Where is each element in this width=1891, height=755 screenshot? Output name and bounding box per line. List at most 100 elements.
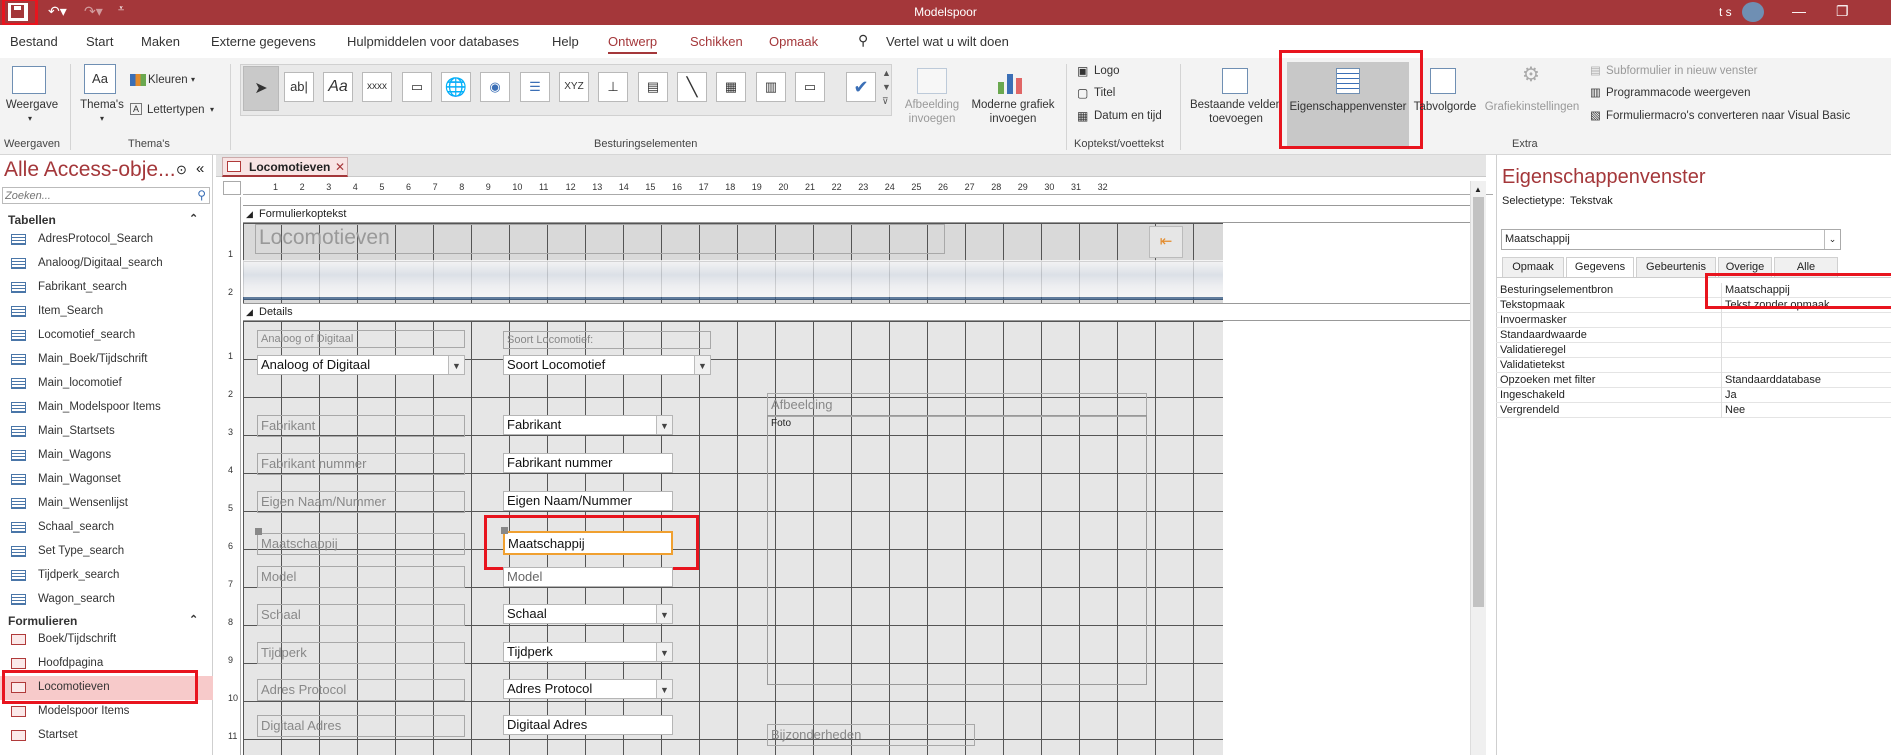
nav-table-item[interactable]: Fabrikant_search — [0, 276, 213, 300]
toggle-tool-icon[interactable]: ▦ — [716, 72, 746, 102]
subformulier-button[interactable]: Subformulier in nieuw venster — [1606, 64, 1758, 78]
label-afbeelding[interactable]: Afbeelding — [767, 393, 1147, 417]
label-digitaal-adres[interactable]: Digitaal Adres — [257, 715, 465, 737]
avatar[interactable] — [1742, 2, 1764, 22]
exit-icon[interactable]: ⇤ — [1149, 226, 1183, 258]
menu-help[interactable]: Help — [552, 34, 579, 49]
label-model[interactable]: Model — [257, 566, 465, 588]
dropdown-icon[interactable]: ⌄ — [1824, 230, 1840, 249]
nav-form-item[interactable]: Startset — [0, 724, 213, 748]
menu-schikken[interactable]: Schikken — [690, 34, 743, 49]
menu-opmaak[interactable]: Opmaak — [769, 34, 818, 49]
object-selector[interactable]: Maatschappij ⌄ — [1501, 229, 1841, 250]
restore-icon[interactable]: ❐ — [1836, 3, 1849, 20]
minimize-icon[interactable]: — — [1792, 3, 1806, 19]
property-row[interactable]: Validatieregel — [1496, 343, 1891, 358]
field-eigen-naam[interactable]: Eigen Naam/Nummer — [503, 491, 673, 511]
combo-soort[interactable]: Soort Locomotief ▼ — [503, 355, 711, 375]
themas-button[interactable]: Thema's — [76, 98, 128, 112]
props-tab[interactable]: Opmaak — [1502, 257, 1564, 277]
combo-analoog[interactable]: Analoog of Digitaal ▼ — [257, 355, 465, 375]
nav-table-item[interactable]: Analoog/Digitaal_search — [0, 252, 213, 276]
nav-menu-icon[interactable]: ⊙ — [176, 162, 187, 178]
page-break-tool-icon[interactable]: ⊥ — [598, 72, 628, 102]
props-tab[interactable]: Gegevens — [1566, 257, 1634, 278]
label-tool-icon[interactable]: Aa — [323, 72, 353, 102]
lettertypen-button[interactable]: Lettertypen — [147, 103, 205, 117]
form-title-label[interactable]: Locomotieven — [255, 224, 945, 254]
search-icon[interactable]: ⚲ — [197, 188, 206, 202]
option-group-tool-icon[interactable]: XYZ — [559, 72, 589, 102]
select-pointer-icon[interactable]: ➤ — [243, 66, 279, 111]
button-tool-icon[interactable]: xxxx — [362, 72, 392, 102]
kleuren-button[interactable]: Kleuren — [148, 73, 188, 87]
nav-table-item[interactable]: Main_Wensenlijst — [0, 492, 213, 516]
nav-table-item[interactable]: Main_Boek/Tijdschrift — [0, 348, 213, 372]
tell-me-input[interactable]: Vertel wat u wilt doen — [886, 34, 1009, 49]
view-icon[interactable] — [12, 66, 46, 94]
label-adres-protocol[interactable]: Adres Protocol — [257, 679, 465, 701]
property-value[interactable] — [1721, 313, 1891, 328]
nav-table-item[interactable]: Main_Startsets — [0, 420, 213, 444]
nav-table-item[interactable]: Main_Wagonset — [0, 468, 213, 492]
property-row[interactable]: Invoermasker — [1496, 313, 1891, 328]
combo-schaal[interactable]: Schaal ▼ — [503, 604, 673, 624]
datum-tijd-button[interactable]: Datum en tijd — [1094, 109, 1162, 123]
label-analoog[interactable]: Analoog of Digitaal — [257, 330, 465, 348]
field-model[interactable]: Model — [503, 567, 673, 587]
tabvolgorde-button[interactable]: Tabvolgorde — [1412, 100, 1478, 114]
themes-icon[interactable]: Aa — [84, 64, 116, 94]
weergave-dropdown-icon[interactable]: ▾ — [28, 112, 32, 126]
nav-table-item[interactable]: Main_locomotief — [0, 372, 213, 396]
hyperlink-tool-icon[interactable]: 🌐 — [441, 72, 471, 102]
move-handle[interactable] — [255, 528, 262, 535]
property-row[interactable]: Opzoeken met filter Standaarddatabase — [1496, 373, 1891, 388]
label-bijzonderheden[interactable]: Bijzonderheden — [767, 724, 975, 746]
nav-table-item[interactable]: Set Type_search — [0, 540, 213, 564]
moderne-grafiek-button[interactable]: Moderne grafiek invoegen — [965, 98, 1061, 126]
tab-locomotieven[interactable]: Locomotieven ✕ — [222, 157, 348, 177]
nav-search-box[interactable]: ⚲ — [2, 187, 210, 204]
converteren-button[interactable]: Formuliermacro's converteren naar Visual… — [1606, 109, 1850, 123]
menu-maken[interactable]: Maken — [141, 34, 180, 49]
nav-table-item[interactable]: Main_Wagons — [0, 444, 213, 468]
label-soort[interactable]: Soort Locomotief: — [503, 331, 711, 349]
lettertypen-dropdown-icon[interactable]: ▾ — [210, 103, 214, 117]
nav-search-input[interactable] — [3, 190, 183, 202]
grafiekinstellingen-button[interactable]: Grafiekinstellingen — [1480, 100, 1584, 114]
tab-control-tool-icon[interactable]: ▭ — [402, 72, 432, 102]
property-row[interactable]: Vergrendeld Nee — [1496, 403, 1891, 418]
rectangle-tool-icon[interactable]: ▭ — [795, 72, 825, 102]
listbox-tool-icon[interactable]: ▥ — [756, 72, 786, 102]
menu-start[interactable]: Start — [86, 34, 113, 49]
menu-bestand[interactable]: Bestand — [10, 34, 58, 49]
collapse-pane-icon[interactable]: « — [196, 160, 204, 177]
label-fabrikant-nummer[interactable]: Fabrikant nummer — [257, 453, 465, 475]
kleuren-dropdown-icon[interactable]: ▾ — [191, 73, 195, 87]
form-selector[interactable] — [223, 181, 241, 195]
section-header-bar[interactable]: ◢ Formulierkoptekst — [243, 205, 1470, 223]
close-tab-icon[interactable]: ✕ — [335, 158, 345, 176]
label-maatschappij[interactable]: Maatschappij — [257, 533, 465, 555]
web-browser-tool-icon[interactable]: ◉ — [480, 72, 510, 102]
nav-table-item[interactable]: AdresProtocol_Search — [0, 228, 213, 252]
menu-externe-gegevens[interactable]: Externe gegevens — [211, 34, 316, 49]
field-fabrikant-nummer[interactable]: Fabrikant nummer — [503, 453, 673, 473]
property-value[interactable] — [1721, 343, 1891, 358]
nav-table-item[interactable]: Locomotief_search — [0, 324, 213, 348]
vertical-scrollbar[interactable]: ▲ — [1470, 181, 1486, 755]
property-row[interactable]: Standaardwaarde — [1496, 328, 1891, 343]
nav-table-item[interactable]: Schaal_search — [0, 516, 213, 540]
themas-dropdown-icon[interactable]: ▾ — [100, 112, 104, 126]
property-value[interactable] — [1721, 328, 1891, 343]
programmacode-button[interactable]: Programmacode weergeven — [1606, 86, 1750, 100]
property-value[interactable]: Ja — [1721, 388, 1891, 403]
nav-title[interactable]: Alle Access-obje... — [4, 158, 176, 182]
props-tab[interactable]: Gebeurtenis — [1636, 257, 1716, 277]
property-value[interactable]: Standaarddatabase — [1721, 373, 1891, 388]
nav-table-item[interactable]: Main_Modelspoor Items — [0, 396, 213, 420]
collapse-icon[interactable]: ⌃ — [189, 613, 198, 626]
menu-ontwerp[interactable]: Ontwerp — [608, 34, 658, 54]
section-detail-bar[interactable]: ◢ Details — [243, 303, 1470, 321]
nav-table-item[interactable]: Tijdperk_search — [0, 564, 213, 588]
